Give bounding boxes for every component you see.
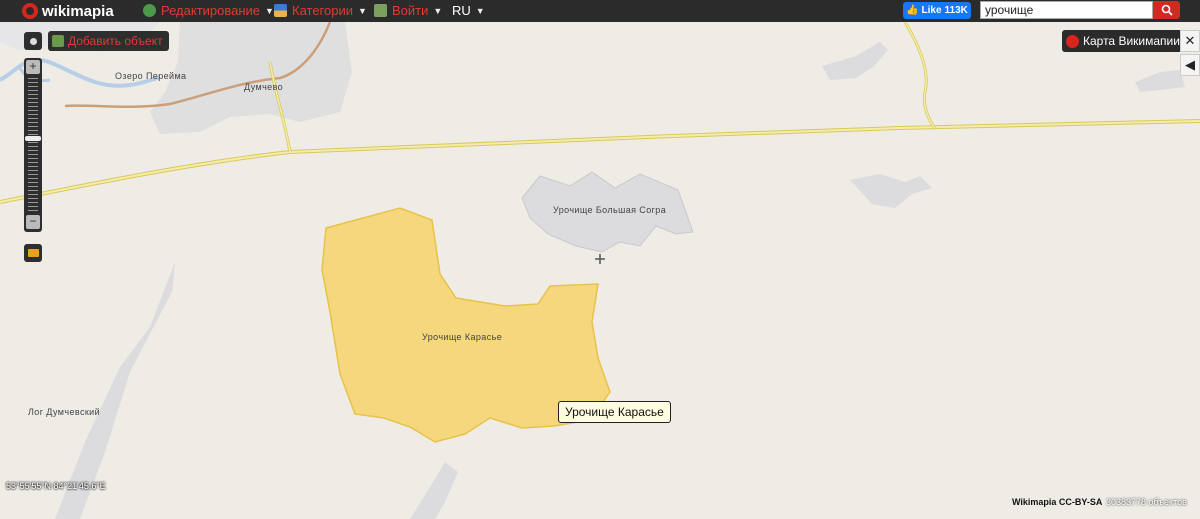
zoom-handle[interactable]: [25, 136, 41, 141]
wikimapia-logo-icon: [22, 3, 38, 19]
add-object-label: Добавить объект: [68, 34, 163, 48]
gray-area: [850, 174, 932, 208]
search-icon: [1161, 4, 1173, 16]
zoom-slider[interactable]: + −: [24, 58, 42, 232]
road: [903, 22, 937, 129]
zoom-in-button[interactable]: +: [26, 60, 40, 74]
top-bar: wikimapia Редактирование ▼ Категории ▼ В…: [0, 0, 1200, 22]
map-label-log[interactable]: Лог Думчевский: [28, 407, 100, 417]
map-label-village[interactable]: Думчево: [244, 82, 283, 92]
map-crosshair-icon: [595, 254, 605, 264]
add-object-button[interactable]: Добавить объект: [48, 31, 169, 51]
map-label-karasie[interactable]: Урочище Карасье: [422, 332, 502, 342]
chevron-down-icon: ▼: [433, 5, 443, 16]
menu-language[interactable]: RU ▼: [452, 3, 485, 18]
categories-icon: [274, 4, 287, 17]
locate-button[interactable]: [24, 32, 42, 50]
gray-area: [1135, 70, 1185, 92]
map-canvas[interactable]: Озеро Перейма Думчево Урочище Большая Со…: [0, 22, 1200, 519]
facebook-like-button[interactable]: 👍 Like 113K: [903, 2, 971, 19]
chevron-left-icon: ◀: [1185, 57, 1195, 72]
object-count: 30383778 объектов: [1106, 497, 1187, 507]
expand-panel-button[interactable]: ◀: [1180, 54, 1200, 76]
wikimapia-map-label: Карта Викимапии: [1083, 34, 1180, 48]
thumbs-up-icon: 👍: [906, 5, 919, 16]
edit-globe-icon: [143, 4, 156, 17]
zoom-out-button[interactable]: −: [26, 215, 40, 229]
chevron-down-icon: ▼: [265, 5, 274, 16]
close-icon: ✕: [1184, 33, 1196, 48]
gray-area: [410, 462, 458, 519]
menu-edit-label: Редактирование: [161, 3, 261, 18]
like-count: 113K: [944, 5, 968, 16]
road: [904, 22, 936, 129]
wikimapia-logo[interactable]: wikimapia: [22, 1, 114, 21]
search-button[interactable]: [1153, 1, 1180, 19]
login-icon: [374, 4, 387, 17]
object-tooltip: Урочище Карасье: [558, 401, 671, 423]
locate-icon: [29, 37, 37, 45]
menu-login[interactable]: Войти ▼: [374, 3, 442, 18]
map-layer: [0, 22, 1200, 519]
menu-edit[interactable]: Редактирование ▼: [143, 3, 274, 18]
wikimapia-logo-icon: [1066, 34, 1079, 48]
layers-icon: [27, 249, 39, 257]
layers-button[interactable]: [24, 244, 42, 262]
map-label-bolshaya-sogra[interactable]: Урочище Большая Согра: [553, 205, 666, 215]
wikimapia-map-button[interactable]: Карта Викимапии: [1062, 30, 1188, 52]
add-object-icon: [52, 35, 64, 47]
logo-text: wikimapia: [42, 2, 114, 20]
map-label-lake[interactable]: Озеро Перейма: [115, 71, 186, 81]
coordinates-readout: 53°55'55"N 84°21'45.6"E: [6, 481, 106, 491]
chevron-down-icon: ▼: [475, 5, 485, 16]
menu-categories[interactable]: Категории ▼: [274, 3, 367, 18]
menu-language-label: RU: [452, 3, 471, 18]
gray-area: [822, 42, 888, 80]
license-text[interactable]: Wikimapia CC-BY-SA: [1012, 497, 1102, 507]
menu-login-label: Войти: [392, 3, 429, 18]
like-label: Like: [921, 5, 942, 16]
zoom-scale: [28, 78, 38, 212]
menu-categories-label: Категории: [292, 3, 353, 18]
chevron-down-icon: ▼: [358, 5, 367, 16]
close-panel-button[interactable]: ✕: [1180, 30, 1200, 52]
search-input[interactable]: [980, 1, 1153, 19]
